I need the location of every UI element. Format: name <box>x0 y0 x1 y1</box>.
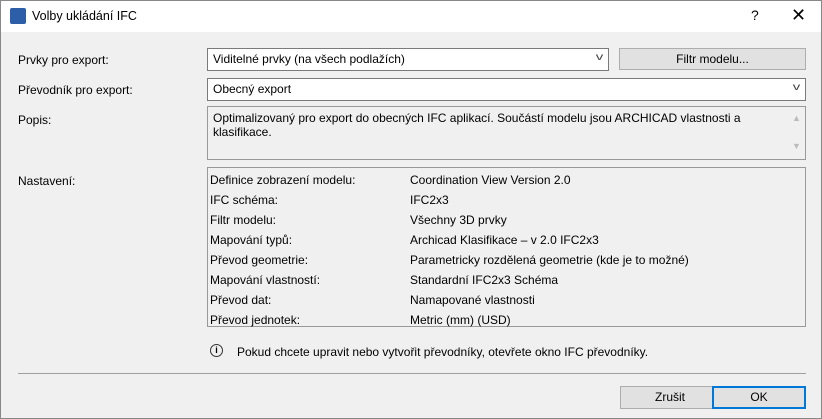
settings-row: Mapování typů: Archicad Klasifikace – v 2… <box>208 230 805 250</box>
settings-key: Převod jednotek: <box>210 313 301 327</box>
info-icon: i <box>210 344 223 357</box>
export-elements-select[interactable]: Viditelné prvky (na všech podlažích) v <box>207 48 609 71</box>
settings-value: Coordination View Version 2.0 <box>410 173 571 187</box>
settings-row: Definice zobrazení modelu: Coordination V… <box>208 170 805 190</box>
description-text: Optimalizovaný pro export do obecných IF… <box>213 111 741 139</box>
window-title: Volby ukládání IFC <box>32 9 137 23</box>
description-label: Popis: <box>18 113 52 127</box>
cancel-button[interactable]: Zrušit <box>620 386 720 409</box>
settings-value: Všechny 3D prvky <box>410 213 507 227</box>
description-box: Optimalizovaný pro export do obecných IF… <box>207 106 806 160</box>
settings-key: Filtr modelu: <box>210 213 277 227</box>
settings-value: IFC2x3 <box>410 193 449 207</box>
settings-value: Parametricky rozdělená geometrie (kde je… <box>410 253 689 267</box>
settings-value: Metric (mm) (USD) <box>410 313 511 327</box>
settings-key: Definice zobrazení modelu: <box>210 173 356 187</box>
settings-table: Definice zobrazení modelu: Coordination V… <box>207 167 806 327</box>
settings-row: Filtr modelu: Všechny 3D prvky <box>208 210 805 230</box>
settings-key: IFC schéma: <box>210 193 279 207</box>
chevron-down-icon: v <box>595 52 604 63</box>
settings-row: IFC schéma: IFC2x3 <box>208 190 805 210</box>
divider <box>18 373 806 374</box>
settings-value: Namapované vlastnosti <box>410 293 535 307</box>
settings-value: Archicad Klasifikace – v 2.0 IFC2x3 <box>410 233 599 247</box>
settings-row: Převod jednotek: Metric (mm) (USD) <box>208 310 805 330</box>
translator-select[interactable]: Obecný export v <box>207 78 806 101</box>
settings-key: Mapování typů: <box>210 233 293 247</box>
translator-label: Převodník pro export: <box>18 83 133 97</box>
chevron-down-icon: v <box>792 82 801 93</box>
settings-row: Převod dat: Namapované vlastnosti <box>208 290 805 310</box>
help-button[interactable]: ? <box>751 7 759 23</box>
settings-label: Nastavení: <box>18 174 76 188</box>
settings-value: Standardní IFC2x3 Schéma <box>410 273 559 287</box>
settings-key: Mapování vlastností: <box>210 273 321 287</box>
settings-key: Převod geometrie: <box>210 253 309 267</box>
export-elements-label: Prvky pro export: <box>18 53 109 67</box>
export-elements-value: Viditelné prvky (na všech podlažích) <box>213 52 405 66</box>
scrollbar[interactable]: ▲ ▼ <box>788 107 805 159</box>
info-text: Pokud chcete upravit nebo vytvořit převo… <box>237 345 649 359</box>
archicad-logo-icon <box>10 8 26 24</box>
settings-key: Převod dat: <box>210 293 272 307</box>
close-icon[interactable]: ✕ <box>791 5 806 26</box>
model-filter-button[interactable]: Filtr modelu... <box>619 48 806 70</box>
translator-value: Obecný export <box>213 82 292 96</box>
settings-row: Mapování vlastností: Standardní IFC2x3 Sc… <box>208 270 805 290</box>
settings-row: Převod geometrie: Parametricky rozdělená … <box>208 250 805 270</box>
ok-button[interactable]: OK <box>712 386 806 409</box>
